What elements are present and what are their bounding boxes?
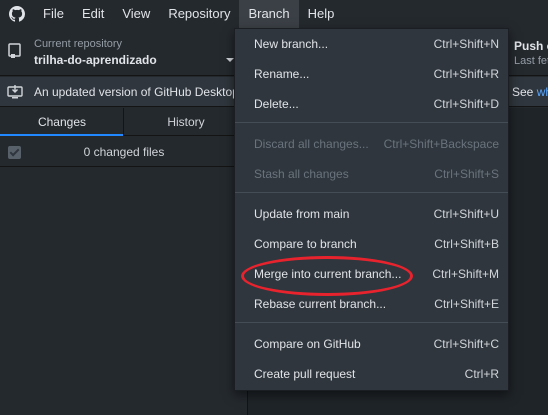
menu-item-discard-all-changes: Discard all changes... Ctrl+Shift+Backsp…: [235, 129, 508, 159]
update-banner-right: See wh: [512, 85, 548, 99]
menu-bar: File Edit View Repository Branch Help: [0, 0, 548, 28]
menu-repository[interactable]: Repository: [159, 0, 239, 28]
update-banner-see: See: [512, 85, 534, 99]
menu-item-shortcut: Ctrl+Shift+D: [433, 97, 499, 111]
menu-branch[interactable]: Branch: [239, 0, 299, 28]
chevron-down-icon[interactable]: [226, 58, 234, 62]
menu-item-compare-to-branch[interactable]: Compare to branch Ctrl+Shift+B: [235, 229, 508, 259]
menu-item-compare-on-github[interactable]: Compare on GitHub Ctrl+Shift+C: [235, 329, 508, 359]
update-banner-link[interactable]: wh: [537, 85, 548, 99]
menu-item-rename[interactable]: Rename... Ctrl+Shift+R: [235, 59, 508, 89]
sidebar-tabs: Changes History: [0, 108, 248, 136]
menu-item-label: Discard all changes...: [254, 137, 369, 151]
menu-item-shortcut: Ctrl+Shift+C: [433, 337, 499, 351]
tab-separator: [123, 108, 124, 136]
menu-item-shortcut: Ctrl+R: [464, 367, 499, 381]
menu-item-create-pull-request[interactable]: Create pull request Ctrl+R: [235, 359, 508, 389]
desktop-download-icon: [7, 84, 23, 105]
menu-item-shortcut: Ctrl+Shift+Backspace: [383, 137, 499, 151]
menu-item-delete[interactable]: Delete... Ctrl+Shift+D: [235, 89, 508, 119]
menu-item-shortcut: Ctrl+Shift+U: [433, 207, 499, 221]
menu-item-shortcut: Ctrl+Shift+N: [433, 37, 499, 51]
menu-item-shortcut: Ctrl+Shift+R: [433, 67, 499, 81]
menu-item-label: New branch...: [254, 37, 329, 51]
highlight-ellipse: [241, 256, 413, 296]
menu-separator: [235, 122, 508, 123]
menu-item-stash-all-changes: Stash all changes Ctrl+Shift+S: [235, 159, 508, 189]
current-repository-name[interactable]: trilha-do-aprendizado: [34, 53, 157, 67]
menu-item-label: Update from main: [254, 207, 350, 221]
github-icon[interactable]: [0, 0, 34, 28]
current-repository-label: Current repository: [34, 38, 123, 50]
menu-item-label: Rename...: [254, 67, 310, 81]
menu-item-label: Delete...: [254, 97, 299, 111]
menu-item-update-from-main[interactable]: Update from main Ctrl+Shift+U: [235, 199, 508, 229]
menu-item-label: Stash all changes: [254, 167, 349, 181]
changed-files-count: 0 changed files: [83, 145, 165, 159]
menu-item-label: Rebase current branch...: [254, 297, 387, 311]
repository-icon: [8, 43, 22, 64]
menu-item-shortcut: Ctrl+Shift+E: [434, 297, 499, 311]
menu-item-label: Create pull request: [254, 367, 356, 381]
menu-separator: [235, 322, 508, 323]
push-button-title[interactable]: Push o: [514, 39, 548, 53]
branch-menu: New branch... Ctrl+Shift+N Rename... Ctr…: [234, 28, 509, 391]
menu-item-label: Compare to branch: [254, 237, 357, 251]
menu-help[interactable]: Help: [299, 0, 344, 28]
menu-item-shortcut: Ctrl+Shift+B: [434, 237, 499, 251]
menu-item-label: Compare on GitHub: [254, 337, 361, 351]
tab-history[interactable]: History: [124, 108, 248, 136]
update-banner-text: An updated version of GitHub Desktop: [34, 85, 239, 99]
changes-list: [0, 168, 248, 415]
changes-header: 0 changed files: [0, 137, 248, 167]
menu-view[interactable]: View: [113, 0, 159, 28]
menu-item-shortcut: Ctrl+Shift+S: [434, 167, 499, 181]
menu-file[interactable]: File: [34, 0, 73, 28]
menu-item-shortcut: Ctrl+Shift+M: [432, 267, 499, 281]
menu-item-new-branch[interactable]: New branch... Ctrl+Shift+N: [235, 29, 508, 59]
push-button-subtitle: Last fet: [514, 55, 548, 67]
menu-edit[interactable]: Edit: [73, 0, 113, 28]
menu-item-rebase-current-branch[interactable]: Rebase current branch... Ctrl+Shift+E: [235, 289, 508, 319]
menu-separator: [235, 192, 508, 193]
tab-changes[interactable]: Changes: [0, 108, 124, 136]
